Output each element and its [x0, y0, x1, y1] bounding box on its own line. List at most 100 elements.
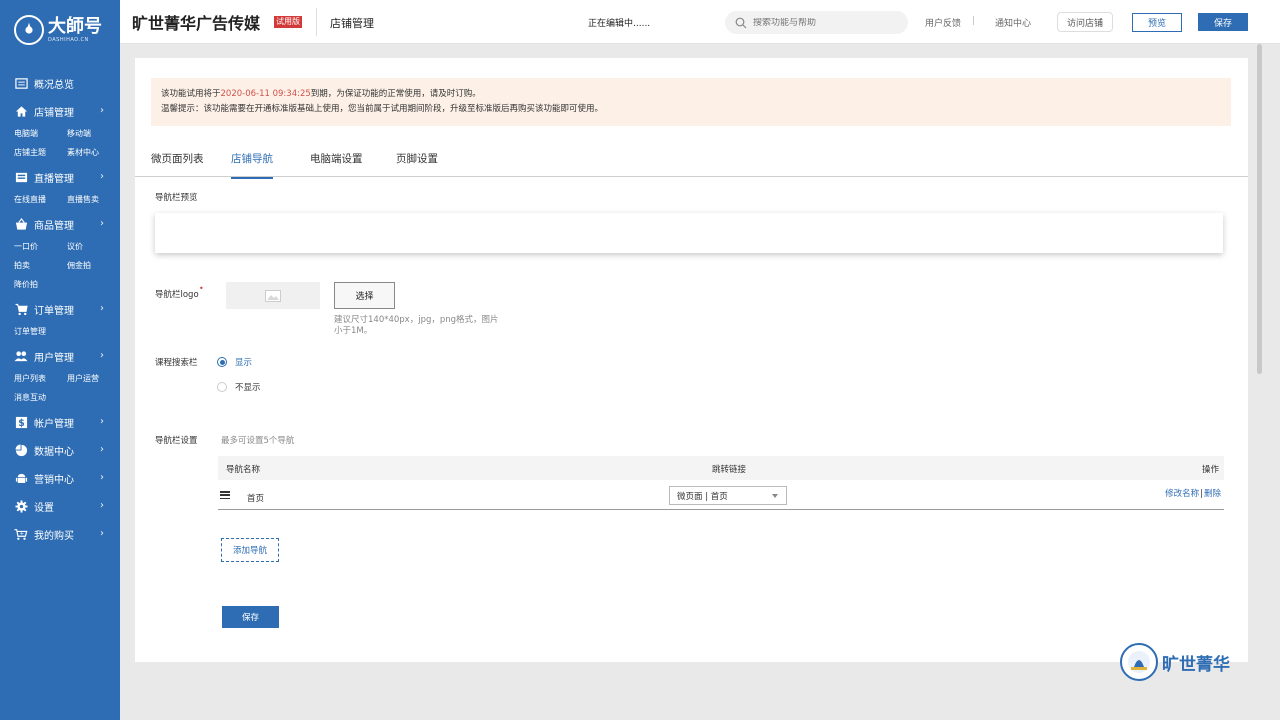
- save-top-button[interactable]: 保存: [1198, 13, 1248, 31]
- nav-preview-label: 导航栏预览: [155, 193, 198, 203]
- top-bar: 旷世菁华广告传媒 试用版 店铺管理 正在编辑中...... 用户反馈 | 通知中…: [120, 0, 1280, 44]
- sidebar-item[interactable]: 概况总览: [0, 72, 120, 94]
- sidebar-item[interactable]: $ 帐户管理 ›: [0, 411, 120, 433]
- sidebar-group: $ 帐户管理 ›: [0, 411, 120, 433]
- notifications-link[interactable]: 通知中心: [995, 16, 1031, 29]
- op-separator: |: [1200, 489, 1203, 499]
- sidebar-subitem[interactable]: 降价拍: [14, 277, 67, 292]
- visit-store-button[interactable]: 访问店铺: [1057, 12, 1113, 32]
- chevron-right-icon: ›: [100, 416, 104, 427]
- sidebar-item-label: 营销中心: [34, 474, 74, 486]
- preview-button[interactable]: 预览: [1132, 13, 1182, 32]
- sidebar-item-label: 直播管理: [34, 173, 74, 185]
- nav-preview-box: [155, 213, 1223, 253]
- sidebar-item[interactable]: + 我的购买 ›: [0, 523, 120, 545]
- users-icon: [14, 349, 28, 363]
- header-divider: [316, 8, 317, 36]
- sidebar-group: 店铺管理 › 电脑端 移动端 店铺主题 素材中心: [0, 100, 120, 160]
- sidebar-subitem[interactable]: 消息互动: [14, 390, 67, 405]
- col-header-name: 导航名称: [226, 465, 261, 475]
- sidebar-group: 商品管理 › 一口价 议价 拍卖 佣金拍 降价拍: [0, 213, 120, 292]
- sidebar-subitem[interactable]: 用户运营: [67, 371, 120, 386]
- sidebar-subitem[interactable]: 议价: [67, 239, 120, 254]
- watermark-text: 旷世菁华: [1162, 654, 1230, 675]
- tab-store-nav[interactable]: 店铺导航: [231, 151, 273, 179]
- tab-footer-settings[interactable]: 页脚设置: [396, 151, 438, 177]
- search-input[interactable]: [753, 17, 903, 28]
- choose-logo-button[interactable]: 选择: [334, 282, 395, 309]
- sidebar-subitem[interactable]: 直播售卖: [67, 192, 120, 207]
- sidebar-group: 数据中心 ›: [0, 439, 120, 461]
- sidebar-item[interactable]: 数据中心 ›: [0, 439, 120, 461]
- sidebar-group: 直播管理 › 在线直播 直播售卖: [0, 166, 120, 207]
- logo-placeholder[interactable]: [226, 282, 320, 309]
- radio-hide-dot[interactable]: [217, 382, 227, 392]
- nav-table-header: 导航名称 跳转链接 操作: [218, 456, 1224, 480]
- sidebar-item[interactable]: 营销中心 ›: [0, 467, 120, 489]
- sidebar-item[interactable]: 用户管理 ›: [0, 345, 120, 367]
- brand-subtitle: DASHIHAO.CN: [48, 36, 89, 43]
- rename-link[interactable]: 修改名称: [1165, 489, 1199, 499]
- sidebar-subitems: 一口价 议价 拍卖 佣金拍 降价拍: [0, 239, 120, 292]
- add-nav-button[interactable]: 添加导航: [221, 538, 279, 562]
- sidebar-item[interactable]: 直播管理 ›: [0, 166, 120, 188]
- col-header-link: 跳转链接: [712, 465, 747, 475]
- android-icon: [14, 471, 28, 485]
- dollar-icon: $: [14, 415, 28, 429]
- sidebar-subitem[interactable]: 一口价: [14, 239, 67, 254]
- trial-notice: 该功能试用将于2020-06-11 09:34:25到期，为保证功能的正常使用，…: [151, 78, 1231, 126]
- sidebar-subitem[interactable]: 素材中心: [67, 145, 120, 160]
- sidebar-item[interactable]: 店铺管理 ›: [0, 100, 120, 122]
- sidebar-subitem[interactable]: 在线直播: [14, 192, 67, 207]
- radio-hide-label: 不显示: [235, 383, 261, 393]
- logo-hint: 建议尺寸140*40px，jpg，png格式，图片小于1M。: [334, 315, 499, 336]
- drag-handle-icon[interactable]: [220, 491, 230, 499]
- sidebar-item-label: 设置: [34, 502, 54, 514]
- notice-prefix: 该功能试用将于: [161, 89, 221, 99]
- feedback-link[interactable]: 用户反馈: [925, 16, 961, 29]
- tab-micro-pages[interactable]: 微页面列表: [151, 151, 204, 177]
- nav-settings-label: 导航栏设置: [155, 436, 198, 446]
- basket-icon: [14, 217, 28, 231]
- search-icon: [735, 17, 747, 28]
- sidebar-item[interactable]: 设置 ›: [0, 495, 120, 517]
- chevron-right-icon: ›: [100, 303, 104, 314]
- sidebar-item[interactable]: 商品管理 ›: [0, 213, 120, 235]
- radio-show-dot[interactable]: [217, 357, 227, 367]
- sidebar-subitem[interactable]: 移动端: [67, 126, 120, 141]
- notice-line-2: 温馨提示：该功能需要在开通标准版基础上使用，您当前属于试用期间阶段，升级至标准版…: [161, 104, 604, 114]
- col-header-ops: 操作: [1201, 465, 1219, 475]
- watermark-emblem-icon: [1120, 643, 1158, 681]
- search-box[interactable]: [725, 11, 908, 34]
- sidebar-item-label: 数据中心: [34, 446, 74, 458]
- svg-text:$: $: [18, 418, 24, 429]
- radio-show-label: 显示: [235, 358, 253, 368]
- notice-expiry-date: 2020-06-11 09:34:25: [220, 89, 311, 99]
- tab-pc-settings[interactable]: 电脑端设置: [310, 151, 363, 177]
- store-title: 旷世菁华广告传媒: [132, 14, 261, 33]
- delete-link[interactable]: 删除: [1204, 489, 1221, 499]
- scrollbar-thumb[interactable]: [1257, 44, 1262, 374]
- sidebar-group: + 我的购买 ›: [0, 523, 120, 545]
- sidebar-subitem[interactable]: 电脑端: [14, 126, 67, 141]
- sidebar-subitem[interactable]: 拍卖: [14, 258, 67, 273]
- sidebar-group: 营销中心 ›: [0, 467, 120, 489]
- sidebar-subitem[interactable]: 用户列表: [14, 371, 67, 386]
- brand-logo[interactable]: 大師号 DASHIHAO.CN: [0, 0, 120, 60]
- current-section: 店铺管理: [330, 17, 374, 30]
- sidebar-subitems: 订单管理: [0, 324, 120, 339]
- chevron-down-icon: [772, 494, 778, 498]
- image-icon: [265, 289, 281, 302]
- radio-show[interactable]: 显示: [217, 356, 252, 368]
- link-select-value: 微页面 | 首页: [677, 491, 728, 502]
- page-scrollbar[interactable]: [1255, 44, 1263, 720]
- sidebar-item[interactable]: 订单管理 ›: [0, 298, 120, 320]
- sidebar-item-label: 我的购买: [34, 530, 74, 542]
- sidebar-subitem[interactable]: 佣金拍: [67, 258, 120, 273]
- notice-line-1: 该功能试用将于2020-06-11 09:34:25到期，为保证功能的正常使用，…: [161, 87, 1221, 102]
- link-select[interactable]: 微页面 | 首页: [669, 486, 787, 505]
- sidebar-subitem[interactable]: 店铺主题: [14, 145, 67, 160]
- save-button[interactable]: 保存: [222, 606, 279, 628]
- radio-hide[interactable]: 不显示: [217, 381, 261, 393]
- sidebar-subitem[interactable]: 订单管理: [14, 324, 67, 339]
